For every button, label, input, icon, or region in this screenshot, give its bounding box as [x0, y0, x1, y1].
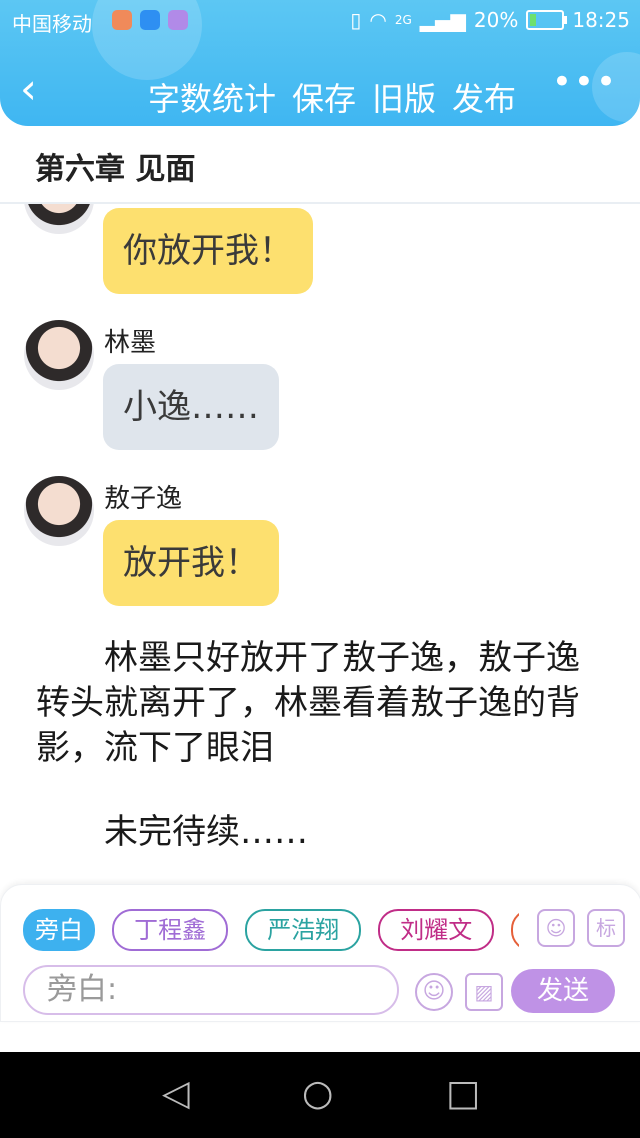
role-chips: 旁白 丁程鑫 严浩翔 刘耀文 宋 [23, 909, 519, 953]
music-app-icon [112, 10, 132, 30]
chip-character[interactable]: 刘耀文 [378, 909, 495, 951]
narration-paragraph[interactable]: 林墨只好放开了敖子逸，敖子逸转头就离开了，林墨看着敖子逸的背影，流下了眼泪 [36, 636, 606, 771]
recent-apps-icon[interactable]: □ [446, 1076, 480, 1112]
status-bar: 中国移动 ▯ ◠ 2G ▂▄▆ 20% 18:25 [0, 0, 640, 44]
emoji-icon[interactable]: ☺ [415, 973, 453, 1011]
chip-character[interactable]: 宋 [511, 909, 519, 951]
tag-button[interactable]: 标 [587, 909, 625, 947]
chevron-left-icon[interactable]: ‹ [20, 68, 37, 110]
toolbar: ‹ 字数统计 保存 旧版 发布 ••• [0, 60, 640, 126]
more-icon[interactable]: ••• [552, 62, 618, 102]
notification-icons [112, 10, 188, 30]
message-input[interactable]: 旁白: [23, 965, 399, 1015]
vibrate-icon: ▯ [350, 8, 362, 32]
battery-icon [526, 10, 568, 30]
save-button[interactable]: 保存 [292, 74, 356, 120]
image-icon[interactable]: ▨ [465, 973, 503, 1011]
signal-icon: ▂▄▆ [419, 8, 466, 32]
publish-button[interactable]: 发布 [452, 74, 516, 120]
message-bubble[interactable]: 你放开我！ [103, 208, 313, 294]
narration-paragraph[interactable]: 未完待续…… [36, 810, 606, 855]
system-navigation-bar: ◁ ○ □ [0, 1052, 640, 1138]
message-app-icon [140, 10, 160, 30]
old-version-button[interactable]: 旧版 [372, 74, 436, 120]
chip-narrator[interactable]: 旁白 [23, 909, 95, 951]
battery-fill [530, 14, 537, 26]
clock: 18:25 [572, 8, 630, 32]
speaker-name: 敖子逸 [104, 484, 183, 514]
app-header: 中国移动 ▯ ◠ 2G ▂▄▆ 20% 18:25 ‹ 字数统计 保存 旧版 发… [0, 0, 640, 126]
speaker-name: 林墨 [104, 328, 157, 358]
carrier-label: 中国移动 [12, 12, 92, 36]
avatar-aoziyi[interactable] [24, 476, 94, 546]
message-bubble[interactable]: 放开我！ [103, 520, 279, 606]
battery-percent: 20% [473, 8, 519, 32]
avatar-linmo[interactable] [24, 320, 94, 390]
word-count-button[interactable]: 字数统计 [148, 74, 276, 120]
network-type: 2G [394, 13, 412, 27]
chapter-title: 第六章 见面 [35, 152, 196, 187]
story-content[interactable]: 你放开我！ 林墨 小逸…… 敖子逸 放开我！ 林墨只好放开了敖子逸，敖子逸转头就… [0, 204, 640, 884]
person-icon[interactable]: ☺ [537, 909, 575, 947]
wifi-icon: ◠ [369, 8, 387, 32]
avatar[interactable] [24, 204, 94, 234]
home-nav-icon[interactable]: ○ [302, 1076, 333, 1112]
message-bubble[interactable]: 小逸…… [103, 364, 279, 450]
gallery-app-icon [168, 10, 188, 30]
send-button[interactable]: 发送 [511, 969, 615, 1013]
chip-character[interactable]: 严浩翔 [245, 909, 362, 951]
chip-character[interactable]: 丁程鑫 [112, 909, 229, 951]
input-panel: 旁白 丁程鑫 严浩翔 刘耀文 宋 ☺ 标 旁白: ☺ ▨ 发送 [0, 884, 640, 1022]
back-nav-icon[interactable]: ◁ [162, 1076, 190, 1112]
